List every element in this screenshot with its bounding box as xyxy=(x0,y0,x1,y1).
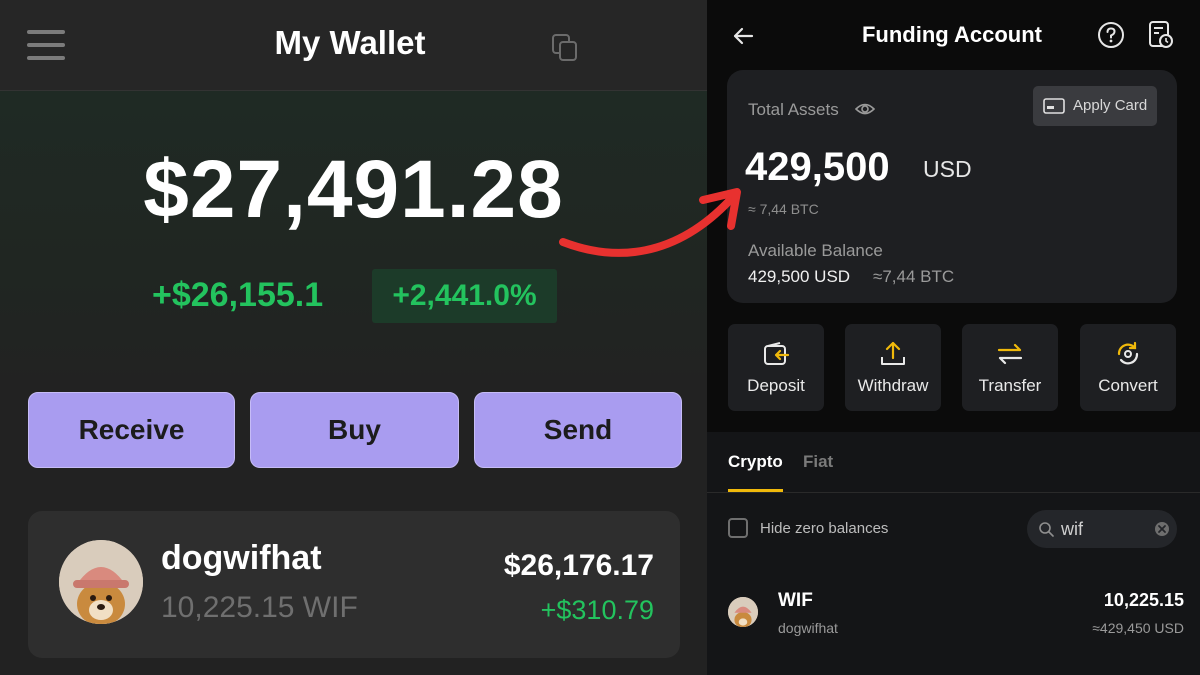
wif-coin-icon xyxy=(728,597,758,627)
eye-icon[interactable] xyxy=(855,101,875,117)
token-amount: 10,225.15 WIF xyxy=(161,591,358,624)
send-button[interactable]: Send xyxy=(474,392,682,468)
search-input[interactable]: wif xyxy=(1027,510,1177,548)
convert-button[interactable]: Convert xyxy=(1080,324,1176,411)
tab-divider xyxy=(707,492,1200,493)
total-assets-unit: USD xyxy=(923,156,972,182)
total-assets-label: Total Assets xyxy=(748,100,839,119)
receive-button[interactable]: Receive xyxy=(28,392,235,468)
gain-percent-badge: +2,441.0% xyxy=(372,269,557,323)
transfer-icon xyxy=(997,343,1023,365)
btc-equivalent: ≈ 7,44 BTC xyxy=(748,201,819,217)
available-balance-label: Available Balance xyxy=(748,241,883,260)
available-balance-usd: 429,500 USD xyxy=(748,267,851,286)
apply-card-label: Apply Card xyxy=(1073,97,1148,114)
coin-amount: 10,225.15 xyxy=(1103,590,1184,610)
clear-icon[interactable] xyxy=(1154,521,1170,537)
deposit-button[interactable]: Deposit xyxy=(728,324,824,411)
withdraw-icon xyxy=(881,341,905,365)
coin-usd-value: ≈429,450 USD xyxy=(1092,620,1184,636)
page-title: My Wallet xyxy=(274,24,426,61)
withdraw-label: Withdraw xyxy=(857,376,929,395)
apply-card-button[interactable]: Apply Card xyxy=(1033,86,1157,126)
funding-account-panel: Funding Account Total Assets Apply Card … xyxy=(707,0,1200,675)
token-usd-value: $26,176.17 xyxy=(503,549,654,582)
buy-button[interactable]: Buy xyxy=(250,392,459,468)
tab-fiat[interactable]: Fiat xyxy=(803,452,833,472)
search-value: wif xyxy=(1061,519,1083,539)
search-icon xyxy=(1039,522,1054,537)
records-icon[interactable] xyxy=(1148,20,1174,50)
hide-zero-checkbox[interactable] xyxy=(728,518,748,538)
annotation-arrow xyxy=(559,188,741,257)
gain-amount: +$26,155.1 xyxy=(152,276,324,314)
copy-icon[interactable] xyxy=(552,34,578,62)
help-icon[interactable] xyxy=(1097,21,1125,49)
total-assets-card: Total Assets Apply Card 429,500 USD ≈ 7,… xyxy=(727,70,1177,303)
token-name: dogwifhat xyxy=(161,539,322,577)
back-arrow-icon[interactable] xyxy=(731,24,755,48)
convert-label: Convert xyxy=(1098,376,1158,395)
tab-crypto[interactable]: Crypto xyxy=(728,452,783,472)
deposit-label: Deposit xyxy=(747,376,805,395)
transfer-label: Transfer xyxy=(978,376,1042,395)
my-wallet-panel: My Wallet $27,491.28 +$26,155.1 +2,441.0… xyxy=(0,0,707,675)
total-assets-amount: 429,500 xyxy=(745,145,890,189)
hide-zero-label: Hide zero balances xyxy=(760,520,889,537)
withdraw-button[interactable]: Withdraw xyxy=(845,324,941,411)
deposit-icon xyxy=(764,342,790,365)
convert-icon xyxy=(1117,341,1139,365)
coin-symbol: WIF xyxy=(778,590,813,611)
page-title: Funding Account xyxy=(861,22,1043,47)
token-row-dogwifhat[interactable]: dogwifhat 10,225.15 WIF $26,176.17 +$310… xyxy=(28,511,680,658)
transfer-button[interactable]: Transfer xyxy=(962,324,1058,411)
available-balance-btc: ≈7,44 BTC xyxy=(873,267,955,286)
coin-name: dogwifhat xyxy=(778,620,838,636)
wallet-header: My Wallet xyxy=(0,0,707,91)
card-icon xyxy=(1043,98,1065,114)
menu-icon[interactable] xyxy=(27,30,65,60)
dogwifhat-avatar xyxy=(59,540,143,624)
token-change: +$310.79 xyxy=(540,595,654,625)
